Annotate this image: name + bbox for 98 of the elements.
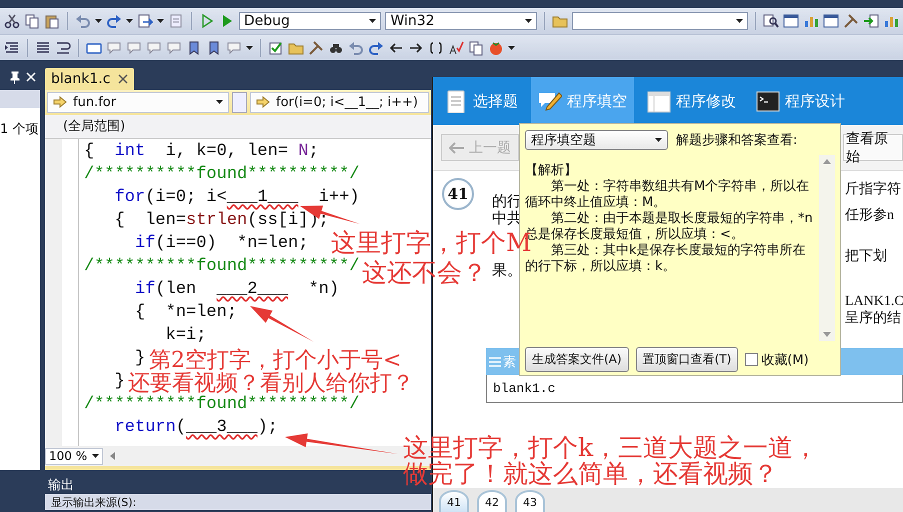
code-line: { len=strlen(ss[i]); <box>114 210 329 232</box>
code-line: /**********found**********/ <box>84 256 360 278</box>
panel-title: 输出 <box>48 477 74 494</box>
wrap-icon[interactable] <box>55 40 71 56</box>
view-original-button[interactable]: 查看原始 <box>843 134 903 161</box>
code-line: } <box>134 348 146 370</box>
question-nav-item[interactable]: 43 <box>515 490 545 512</box>
question-number: 41 <box>442 178 474 210</box>
bubble-icon[interactable] <box>106 40 122 56</box>
code-line: } <box>114 370 125 393</box>
platform-combo[interactable]: Win32 <box>385 12 538 30</box>
caret-icon <box>156 19 164 23</box>
indent-icon[interactable] <box>4 40 20 56</box>
pin-icon[interactable] <box>9 70 21 84</box>
braces-icon[interactable] <box>428 40 444 56</box>
window-icon[interactable] <box>823 13 840 29</box>
file-tab[interactable]: blank1.c <box>45 68 134 90</box>
copy-icon[interactable] <box>468 40 484 56</box>
spellcheck-icon[interactable] <box>448 40 464 56</box>
scroll-up-icon[interactable] <box>823 159 831 164</box>
question-text: 任形参n <box>845 207 894 224</box>
favorite-checkbox[interactable] <box>745 353 758 366</box>
paste-icon[interactable] <box>44 13 60 29</box>
item-count: 1 个项 <box>0 122 38 137</box>
favorite-label: 收藏(M) <box>761 352 809 368</box>
code-line: k=i; <box>164 324 206 347</box>
redo-icon[interactable] <box>368 40 384 56</box>
code-line: return(___3___); <box>114 416 278 439</box>
code-line: /**********found**********/ <box>84 394 360 416</box>
arrow-left-icon <box>449 142 465 154</box>
arrow <box>250 306 314 342</box>
question-nav-item[interactable]: 42 <box>477 490 507 512</box>
question-type-combo[interactable]: 程序填空题 <box>525 130 668 150</box>
question-text: 斤指字符 <box>845 181 901 198</box>
code-line: { *n=len; <box>134 302 238 324</box>
tools-icon[interactable] <box>308 40 324 56</box>
scrollbar[interactable] <box>819 155 835 341</box>
zoom-combo[interactable]: 100 % <box>45 448 103 465</box>
tools-icon[interactable] <box>843 13 860 29</box>
undo-icon[interactable] <box>74 13 91 29</box>
window-icon <box>647 89 671 113</box>
search-combo[interactable] <box>572 12 748 30</box>
exam-tab[interactable]: 程序设计 <box>749 77 852 125</box>
redo-icon[interactable] <box>106 13 122 29</box>
exam-tab[interactable]: 选择题 <box>437 77 525 125</box>
code-line: { int i, k=0, len= N; <box>84 140 319 163</box>
terminal-icon <box>756 89 780 113</box>
arrow-right-icon <box>53 96 67 108</box>
lines-icon[interactable] <box>35 40 51 56</box>
arrow-right-icon <box>256 96 270 108</box>
arrow-in-icon[interactable] <box>863 13 880 29</box>
file-name: blank1.c <box>493 381 556 396</box>
find-icon[interactable] <box>763 13 780 29</box>
annotation-text: 第2空打字，打个小于号< <box>149 349 402 372</box>
scope-label: (全局范围) <box>63 118 126 136</box>
caret-icon <box>369 19 376 23</box>
window-icon[interactable] <box>783 13 800 29</box>
popup-button[interactable]: 置顶窗口查看(T) <box>636 347 738 372</box>
copy-icon[interactable] <box>24 13 40 29</box>
caret-icon <box>736 19 744 23</box>
analysis-heading: 【解析】 <box>525 163 577 179</box>
code-line: if(i==0) *n=len; <box>134 232 308 255</box>
scissors-icon[interactable] <box>4 13 20 29</box>
code-line: for(i=0; i<___1___ i++) <box>114 186 360 209</box>
output-source-label: 显示输出来源(S): <box>51 494 136 510</box>
caret-icon <box>655 138 662 142</box>
exam-tab[interactable]: 程序修改 <box>640 77 743 125</box>
close-icon[interactable] <box>118 74 128 84</box>
caret-icon <box>94 19 102 23</box>
bubble-icon[interactable] <box>146 40 162 56</box>
member-combo[interactable]: for(i=0; i<__1__; i++) <box>250 92 429 113</box>
question-text: 呈序的结 <box>845 310 901 327</box>
caret-icon <box>216 100 223 104</box>
question-text: LANK1.C <box>845 293 903 310</box>
question-text: 把下划 <box>845 248 887 265</box>
tomato-icon[interactable] <box>488 40 504 56</box>
checklist-icon[interactable] <box>268 40 284 56</box>
annotation-text: 还要看视频？看别人给你打？ <box>128 372 414 395</box>
answer-label: 解题步骤和答案查看: <box>676 132 798 149</box>
caret-icon <box>508 46 515 50</box>
configuration-combo[interactable]: Debug <box>238 12 382 30</box>
code-line: /**********found**********/ <box>84 164 360 186</box>
caret-icon <box>246 46 253 50</box>
question-nav-item[interactable]: 41 <box>439 490 469 512</box>
caret-icon <box>92 454 99 458</box>
code-line: if(len ___2___ *n) <box>134 278 340 301</box>
popup-button[interactable]: 生成答案文件(A) <box>525 347 629 372</box>
caret-icon <box>525 19 532 23</box>
navigate-icon[interactable] <box>136 13 153 29</box>
document-icon[interactable] <box>168 13 184 29</box>
panel-toolbar <box>0 90 40 108</box>
caret-icon <box>126 19 133 23</box>
bubble-icon[interactable] <box>126 40 142 56</box>
function-combo[interactable]: fun.for <box>47 92 229 113</box>
analysis-paragraph: 第一处：字符串数组共有M个字符串，所以在循环中终止值应填：M。 <box>525 179 810 211</box>
scroll-left-icon[interactable] <box>109 451 116 462</box>
scroll-down-icon[interactable] <box>823 332 831 337</box>
question-text: 果。 <box>492 262 522 279</box>
